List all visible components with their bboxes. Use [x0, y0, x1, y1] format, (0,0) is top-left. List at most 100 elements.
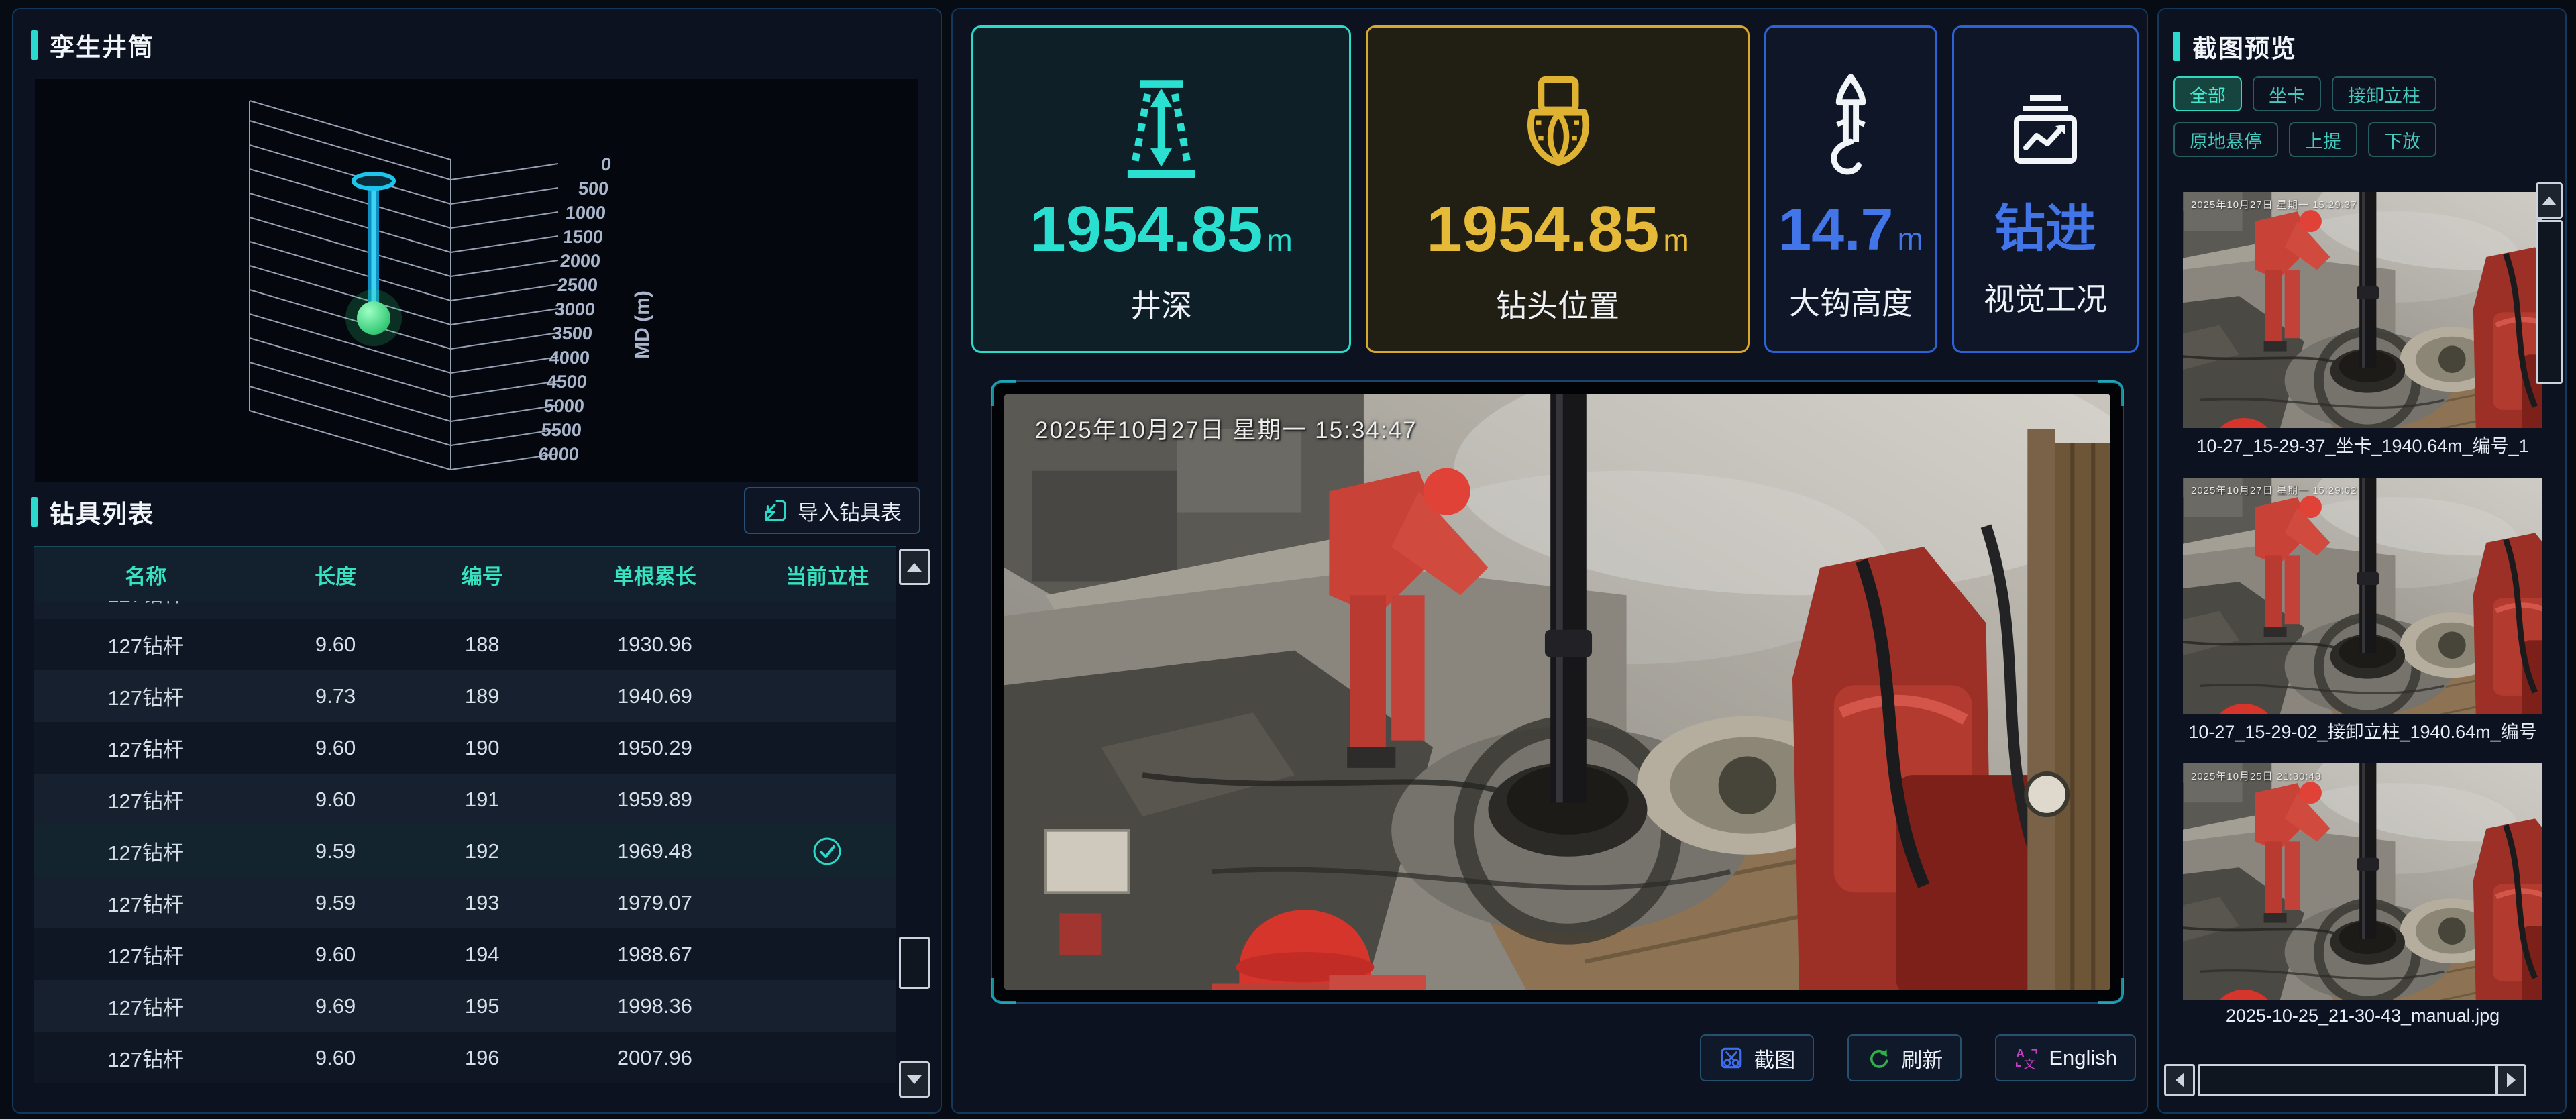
screenshot-thumbnail[interactable]: 2025年10月25日 21:30:43 2025-10-25_21-30-43_… [2183, 763, 2542, 1032]
live-video-feed: 2025年10月27日 星期一 15:34:47 [1004, 394, 2110, 990]
preview-panel-title: 截图预览 [2174, 28, 2297, 64]
preview-scrollbar-thumb[interactable] [2536, 220, 2563, 384]
import-icon [763, 498, 788, 523]
thumbnail-caption: 2025-10-25_21-30-43_manual.jpg [2183, 1000, 2542, 1032]
filter-chip-全部[interactable]: 全部 [2174, 76, 2242, 111]
language-toggle-button[interactable]: A 文 English [1995, 1034, 2136, 1081]
column-header: 编号 [413, 560, 551, 590]
translate-icon: A 文 [2014, 1045, 2039, 1071]
screenshot-thumbnail[interactable]: 2025年10月27日 星期一 15:29:02 10-27_15-29-02_接… [2183, 478, 2542, 746]
screenshot-thumbnail-list: 2025年10月27日 星期一 15:29:3710-27_15-29-37_坐… [2183, 192, 2542, 1049]
svg-text:3000: 3000 [554, 299, 596, 319]
live-video-frame: 2025年10月27日 星期一 15:34:47 [991, 380, 2124, 1004]
thumbnail-caption: 10-27_15-29-02_接卸立柱_1940.64m_编号 [2183, 714, 2542, 746]
well-depth-label: 井深 [1130, 282, 1192, 326]
drill-table-body: 127钻杆9.601871921.36127钻杆9.601881930.9612… [34, 601, 896, 1103]
hook-icon [1807, 55, 1894, 182]
filter-chip-坐卡[interactable]: 坐卡 [2253, 76, 2321, 111]
preview-filter-chips: 全部坐卡接卸立柱原地悬停上提下放 [2174, 76, 2549, 157]
title-accent-bar [31, 497, 38, 527]
svg-text:1500: 1500 [562, 227, 604, 247]
title-accent-bar [31, 30, 38, 60]
column-header: 单根累长 [551, 560, 759, 590]
main-panel: 1954.85m 井深 1954.85m 钻头位置 [951, 8, 2148, 1114]
stat-card-hook-height: 14.7m 大钩高度 [1764, 25, 1937, 353]
svg-text:MD (m): MD (m) [631, 290, 653, 359]
table-row[interactable]: 127钻杆9.601881930.96 [34, 619, 896, 670]
stat-card-bit-position: 1954.85m 钻头位置 [1366, 25, 1750, 353]
stat-card-well-depth: 1954.85m 井深 [971, 25, 1351, 353]
visual-condition-value: 钻进 [1994, 204, 2096, 255]
thumbnail-image: 2025年10月25日 21:30:43 [2183, 763, 2542, 1000]
table-scroll-down-button[interactable] [899, 1061, 930, 1098]
video-timestamp: 2025年10月27日 星期一 15:34:47 [1035, 411, 1417, 445]
svg-text:5500: 5500 [541, 420, 582, 440]
column-header: 长度 [258, 560, 413, 590]
thumbnail-timestamp: 2025年10月27日 星期一 15:29:37 [2191, 197, 2357, 211]
stat-cards: 1954.85m 井深 1954.85m 钻头位置 [971, 25, 2139, 353]
stat-card-visual-condition: 钻进 视觉工况 [1952, 25, 2139, 353]
svg-text:500: 500 [578, 178, 609, 199]
table-row[interactable]: 127钻杆9.601901950.29 [34, 722, 896, 774]
preview-scroll-right-button[interactable] [2496, 1064, 2526, 1096]
table-row[interactable]: 127钻杆9.601962007.96 [34, 1032, 896, 1083]
table-row[interactable]: 127钻杆9.731891940.69 [34, 670, 896, 722]
filter-chip-下放[interactable]: 下放 [2368, 122, 2436, 157]
refresh-button[interactable]: 刷新 [1847, 1034, 1962, 1081]
filter-chip-上提[interactable]: 上提 [2289, 122, 2357, 157]
svg-text:文: 文 [2024, 1058, 2035, 1071]
wellbore-panel-title: 孪生井筒 [31, 27, 154, 63]
scissors-icon [1719, 1045, 1744, 1071]
svg-text:2500: 2500 [557, 275, 598, 295]
table-row[interactable]: 127钻杆9.601911959.89 [34, 774, 896, 825]
wellbore-panel: 孪生井筒 0 500 1000 1500 2000 2500 3000 3500 4000 450… [12, 8, 942, 1114]
drill-bit-icon [1504, 52, 1611, 180]
svg-text:1000: 1000 [565, 203, 606, 223]
drill-list-title: 钻具列表 [31, 494, 154, 530]
svg-text:4000: 4000 [549, 348, 590, 368]
hook-height-value: 14.7m [1778, 200, 1923, 259]
bit-position-value: 1954.85m [1426, 197, 1688, 262]
table-scrollbar-thumb[interactable] [899, 937, 930, 989]
wellbore-3d-plot: 0 500 1000 1500 2000 2500 3000 3500 4000 4500 5000… [35, 79, 918, 482]
current-stand-check-icon [812, 836, 843, 867]
table-row-partial[interactable]: 127钻杆9.601871921.36 [34, 601, 896, 619]
preview-scroll-left-button[interactable] [2164, 1064, 2195, 1096]
screenshot-thumbnail[interactable]: 2025年10月27日 星期一 15:29:3710-27_15-29-37_坐… [2183, 192, 2542, 460]
refresh-icon [1866, 1045, 1892, 1071]
preview-hscrollbar-thumb[interactable] [2198, 1064, 2510, 1096]
hook-height-label: 大钩高度 [1789, 279, 1913, 323]
thumbnail-timestamp: 2025年10月25日 21:30:43 [2191, 769, 2321, 783]
import-drill-table-button[interactable]: 导入钻具表 [744, 487, 920, 534]
thumbnail-timestamp: 2025年10月27日 星期一 15:29:02 [2191, 483, 2357, 497]
svg-text:0: 0 [600, 154, 612, 174]
filter-chip-接卸立柱[interactable]: 接卸立柱 [2332, 76, 2436, 111]
bit-position-label: 钻头位置 [1496, 282, 1619, 326]
screenshot-preview-panel: 截图预览 全部坐卡接卸立柱原地悬停上提下放 2025年10月27日 星期一 15… [2157, 8, 2567, 1114]
thumbnail-image: 2025年10月27日 星期一 15:29:02 [2183, 478, 2542, 714]
svg-text:5000: 5000 [543, 396, 585, 416]
derrick-icon [1108, 52, 1215, 180]
well-depth-value: 1954.85m [1030, 197, 1292, 262]
drill-table: 名称长度编号单根累长当前立柱 127钻杆9.601871921.36127钻杆9… [34, 546, 896, 1098]
visual-condition-label: 视觉工况 [1984, 275, 2107, 319]
thumbnail-image: 2025年10月27日 星期一 15:29:37 [2183, 192, 2542, 428]
table-row[interactable]: 127钻杆9.691951998.36 [34, 980, 896, 1032]
svg-text:3500: 3500 [551, 323, 593, 343]
svg-text:4500: 4500 [546, 372, 588, 392]
screenshot-button[interactable]: 截图 [1700, 1034, 1814, 1081]
preview-scroll-up-button[interactable] [2536, 182, 2563, 219]
filter-chip-原地悬停[interactable]: 原地悬停 [2174, 122, 2278, 157]
table-row[interactable]: 127钻杆9.601941988.67 [34, 928, 896, 980]
column-header: 当前立柱 [758, 560, 896, 590]
table-row[interactable]: 127钻杆9.591921969.48 [34, 825, 896, 877]
action-buttons: 截图 刷新 A 文 English [1700, 1034, 2136, 1081]
column-header: 名称 [34, 560, 258, 590]
drill-table-header: 名称长度编号单根累长当前立柱 [34, 546, 896, 601]
table-row[interactable]: 127钻杆9.591931979.07 [34, 877, 896, 928]
table-scroll-up-button[interactable] [899, 549, 930, 585]
svg-text:2000: 2000 [559, 251, 601, 271]
wellbore-3d-view[interactable]: 0 500 1000 1500 2000 2500 3000 3500 4000 4500 5000… [35, 79, 918, 482]
monitor-icon [1995, 59, 2096, 186]
svg-text:6000: 6000 [538, 444, 580, 464]
